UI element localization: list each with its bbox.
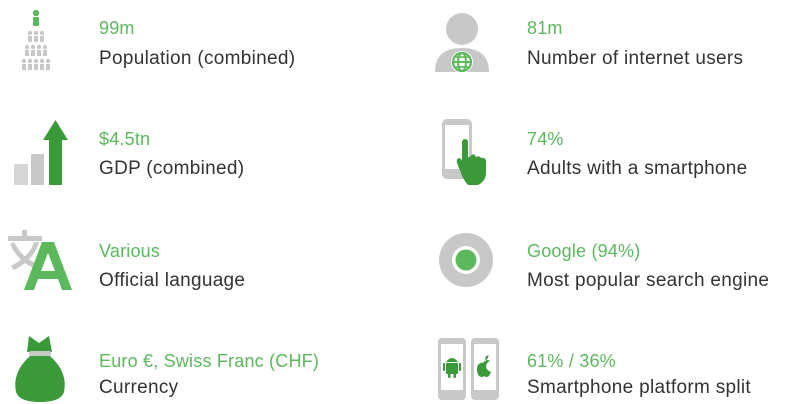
- stat-label: Currency: [99, 377, 179, 398]
- stat-gdp: $4.5tn GDP (combined): [0, 100, 400, 185]
- stat-platform-split: 61% / 36% Smartphone platform split: [400, 320, 805, 400]
- stat-value: Google (94%): [527, 241, 641, 261]
- stat-value: 99m: [99, 18, 135, 38]
- stat-value: $4.5tn: [99, 129, 151, 149]
- translate-icon: [8, 230, 72, 290]
- stat-smartphone: 74% Adults with a smartphone: [400, 100, 805, 185]
- stat-label: Most popular search engine: [527, 270, 770, 291]
- stat-currency: Euro €, Swiss Franc (CHF) Currency: [0, 320, 400, 402]
- stat-label: Adults with a smartphone: [527, 158, 748, 179]
- stat-value: 61% / 36%: [527, 351, 616, 371]
- stat-population: 99m Population (combined): [0, 0, 400, 80]
- stat-search-engine: Google (94%) Most popular search engine: [400, 210, 805, 291]
- stat-value: Euro €, Swiss Franc (CHF): [99, 351, 320, 371]
- stat-label: Number of internet users: [527, 48, 744, 69]
- stat-language: Various Official language: [0, 210, 400, 291]
- stat-value: 81m: [527, 18, 563, 38]
- money-bag-icon: [15, 336, 65, 402]
- stat-label: GDP (combined): [99, 158, 245, 179]
- stat-internet-users: 81m Number of internet users: [400, 0, 805, 80]
- stat-label: Smartphone platform split: [527, 377, 751, 398]
- population-icon: [21, 9, 51, 70]
- internet-users-icon: [435, 13, 489, 73]
- stat-label: Population (combined): [99, 48, 296, 69]
- platform-split-icon: [438, 338, 499, 400]
- stat-value: 74%: [527, 129, 564, 149]
- smartphone-touch-icon: [442, 119, 486, 185]
- chrome-icon: [439, 233, 493, 287]
- stat-value: Various: [99, 241, 161, 261]
- stat-label: Official language: [99, 270, 246, 291]
- gdp-chart-icon: [14, 120, 68, 185]
